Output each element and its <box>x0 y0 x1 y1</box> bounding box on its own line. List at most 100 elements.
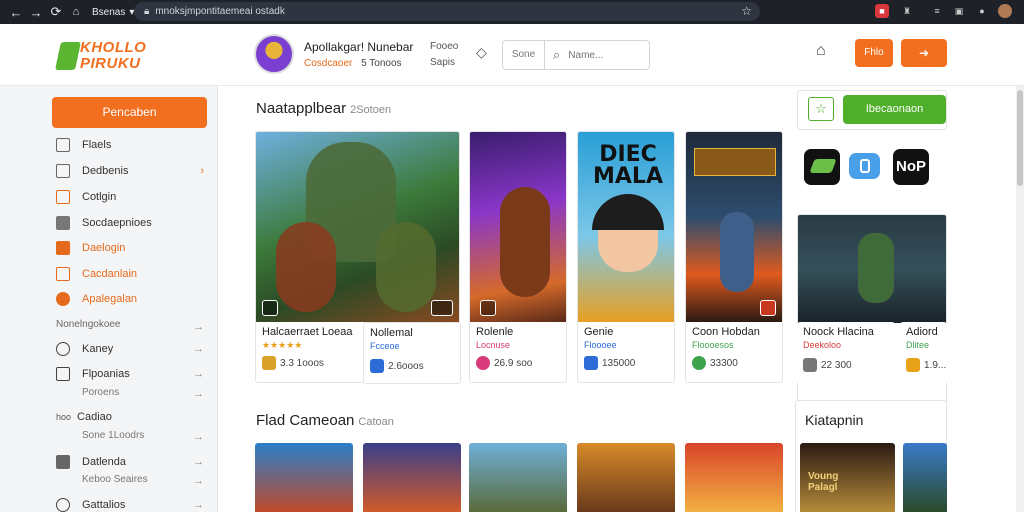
address-text: mnoksjmpontitaemeai ostadk <box>155 6 285 17</box>
app-avatar[interactable] <box>254 34 294 74</box>
address-bar[interactable]: 🔒︎ mnoksjmpontitaemeai ostadk ☆ <box>134 2 760 21</box>
sidebar-item-label: Datlenda <box>82 456 127 468</box>
art-banner-text: DIEC MALA <box>593 142 663 189</box>
game-card-thumb[interactable] <box>255 443 353 512</box>
section-title-text: Naatapplbear <box>256 100 347 117</box>
search-icon[interactable]: ⌕ <box>553 47 560 63</box>
game-meta-value: 135000 <box>602 357 636 369</box>
arrow-right-icon: → <box>193 368 204 380</box>
app-subtitle: Cosdcaoer 5 Tonoos <box>304 58 402 69</box>
app-icon-nop[interactable]: NoP <box>893 149 929 185</box>
game-card-thumb[interactable] <box>363 443 461 512</box>
home-outline-icon[interactable]: ⌂ <box>816 42 836 64</box>
app-icon-label: NoP <box>896 158 926 175</box>
section-subtitle: Catoan <box>358 416 394 428</box>
tag-icon <box>56 241 70 255</box>
profile-circle-icon[interactable]: ● <box>975 4 989 18</box>
install-button[interactable]: Ibecaonaon <box>843 95 946 124</box>
rating-text: Floooee <box>584 340 617 350</box>
back-icon[interactable]: ← <box>6 5 26 20</box>
arrow-right-icon: → <box>193 456 204 468</box>
game-meta-value: 3.3 1ooos <box>280 357 324 369</box>
sidebar-item-label: Dedbenis <box>82 165 129 177</box>
sidebar-item-1[interactable]: Flaels <box>56 136 206 154</box>
logo-line1: KHOLLO <box>80 39 147 56</box>
app-icon-blue[interactable] <box>849 153 880 179</box>
game-card[interactable]: Rolenle Locnuse 26.9 soo <box>469 131 567 383</box>
header-extra-2: Sapis <box>430 57 456 68</box>
page-scrollbar[interactable] <box>1016 86 1024 512</box>
sidebar-primary-button[interactable]: Pencaben <box>52 97 207 128</box>
device-icon <box>370 359 384 373</box>
app-sub-secondary: 5 Tonoos <box>361 58 402 69</box>
sidebar-item-8[interactable]: Kaney → <box>56 340 206 358</box>
sidebar-item-label: Apalegalan <box>82 293 138 305</box>
forward-icon[interactable]: → <box>26 5 46 20</box>
arrow-right-icon[interactable]: → <box>190 428 206 446</box>
game-art <box>256 132 459 322</box>
sidebar-item-11[interactable]: Datlenda → <box>56 453 206 471</box>
search-box[interactable]: Sone ⌕ <box>502 40 650 70</box>
home-icon[interactable]: ⌂ <box>66 6 86 18</box>
sidebar-item-10[interactable]: hoo Cadiao <box>56 408 206 426</box>
game-art: DIEC MALA <box>578 132 674 322</box>
game-card-thumb[interactable] <box>903 443 947 512</box>
logo-line2: PIRUKU <box>80 55 141 72</box>
reload-icon[interactable]: ⟳ <box>46 4 66 20</box>
game-card[interactable]: Adiord Dlitee 1.9... <box>900 322 947 384</box>
diamond-icon[interactable]: ◇ <box>476 44 492 60</box>
game-card-info[interactable]: Nollemal Fcceoe 2.6ooos <box>363 322 461 384</box>
game-art <box>686 132 782 322</box>
link-icon <box>56 367 70 381</box>
game-name: Noock Hlacina <box>803 326 874 338</box>
mail-icon <box>56 190 70 204</box>
avatar[interactable] <box>998 4 1012 18</box>
search-scope-select[interactable]: Sone <box>503 41 545 69</box>
game-card[interactable]: Coon Hobdan Floooesos 33300 <box>685 131 783 383</box>
globe-icon <box>56 342 70 356</box>
arrow-right-icon[interactable]: → <box>190 385 206 403</box>
app-icon-dark[interactable] <box>804 149 840 185</box>
favorite-star-icon[interactable]: ☆ <box>808 97 834 121</box>
sidebar-item-2[interactable]: Dedbenis › <box>56 162 206 180</box>
game-card-thumb[interactable] <box>577 443 675 512</box>
game-card-thumb[interactable] <box>469 443 567 512</box>
game-card-thumb[interactable]: Voung Palagl <box>800 443 895 512</box>
sidebar-item-9[interactable]: Flpoanias → <box>56 365 206 383</box>
menu-lines-icon[interactable]: ≡ <box>930 4 944 18</box>
sidebar-section-heading: Nonelngokoee <box>56 319 121 330</box>
game-name: Genie <box>584 326 614 338</box>
section-subtitle: 2Sotoen <box>350 104 392 116</box>
sidebar-item-5[interactable]: Daelogin <box>56 239 206 257</box>
lock-icon: 🔒︎ <box>144 6 150 17</box>
sidebar-item-4[interactable]: Socdaepnioes <box>56 214 206 232</box>
sidebar-item-6[interactable]: Cacdanlain <box>56 265 206 283</box>
game-card[interactable]: Noock Hlacina Deekoloo 22 300 <box>797 322 895 384</box>
sidebar-item-3[interactable]: Cotlgin <box>56 188 206 206</box>
extension-icon-person[interactable]: ♜ <box>900 4 914 18</box>
app-title: Apollakgar! Nunebar <box>304 40 414 54</box>
platform-badge-icon <box>480 300 496 316</box>
sidebar-item-7[interactable]: Apalegalan <box>56 290 206 308</box>
site-header: KHOLLO PIRUKU Apollakgar! Nunebar Cosdca… <box>0 24 1024 86</box>
game-meta: 135000 <box>584 356 635 370</box>
sidebar-item-12[interactable]: Gattalios → <box>56 496 206 514</box>
header-forward-button[interactable]: ➜ <box>901 39 947 67</box>
game-meta: 22 300 <box>803 358 852 372</box>
header-small-button[interactable]: Fhlo <box>855 39 893 67</box>
extension-icon-red[interactable]: ■ <box>875 4 889 18</box>
scrollbar-thumb[interactable] <box>1017 90 1023 186</box>
arrow-right-icon[interactable]: → <box>190 472 206 490</box>
sidebar-item-label: Cacdanlain <box>82 268 138 280</box>
game-card-thumb[interactable] <box>685 443 783 512</box>
bookmark-star-icon[interactable]: ☆ <box>741 4 752 18</box>
arrow-right-icon: → <box>193 499 204 511</box>
search-input[interactable] <box>568 49 639 61</box>
browser-tab[interactable]: Bsenas ▾ <box>92 7 134 18</box>
coin-icon <box>262 356 276 370</box>
window-icon[interactable]: ▣ <box>952 4 966 18</box>
site-logo[interactable]: KHOLLO PIRUKU <box>55 38 154 74</box>
arrow-right-icon[interactable]: → <box>190 318 206 336</box>
game-card[interactable]: DIEC MALA Genie Floooee 135000 <box>577 131 675 383</box>
rating-badge-icon <box>431 300 453 316</box>
